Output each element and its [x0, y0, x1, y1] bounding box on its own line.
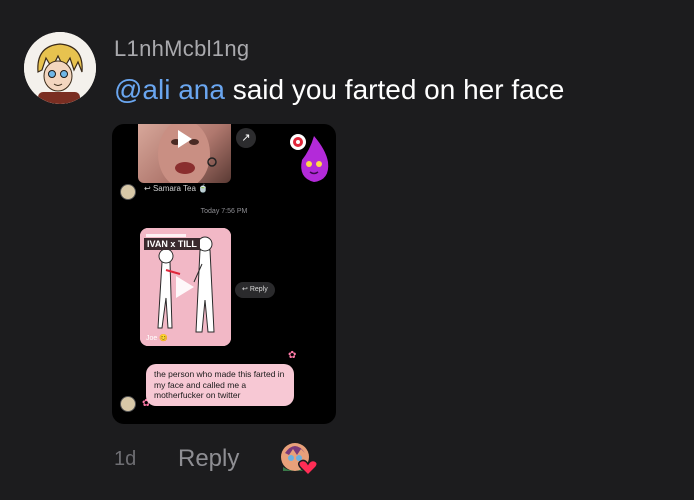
story-video-thumbnail	[138, 124, 231, 183]
play-icon	[178, 130, 192, 148]
play-icon	[176, 276, 194, 298]
reply-chip-label: Reply	[249, 286, 268, 293]
share-arrow-icon[interactable]: ↗	[236, 128, 256, 148]
commenter-username[interactable]: L1nhMcbl1ng	[114, 36, 249, 62]
purple-creature-sticker	[290, 134, 329, 182]
post-title: IVAN x TILL	[144, 238, 200, 250]
heart-icon	[297, 459, 319, 477]
message-timestamp: Today 7:56 PM	[200, 208, 248, 215]
reaction-indicator[interactable]	[279, 441, 319, 477]
reply-chip[interactable]: ↩ Reply	[235, 282, 275, 298]
sender-avatar	[120, 396, 136, 412]
post-sender-label: Joe 😊	[146, 335, 168, 342]
attached-screenshot[interactable]: ↗ ↩ Samara Tea 🍵 Today 7:56 PM IVAN x TI…	[112, 124, 336, 424]
story-sender-label: ↩ Samara Tea 🍵	[144, 184, 209, 193]
comment-timestamp: 1d	[114, 448, 137, 470]
liked-by-author-badge	[281, 443, 319, 477]
mention-link[interactable]: @ali ana	[114, 74, 225, 105]
flower-decoration-icon: ✿	[288, 350, 297, 361]
avatar-drawing	[24, 32, 96, 104]
post-sender-name: Joe	[146, 335, 158, 342]
comment-body: @ali ana said you farted on her face	[114, 74, 564, 106]
story-sender-name: Samara Tea	[152, 184, 196, 193]
reply-arrow-icon: ↩	[242, 286, 248, 293]
reply-button[interactable]: Reply	[178, 445, 239, 473]
message-bubble: the person who made this farted in my fa…	[146, 364, 294, 406]
comment-text: said you farted on her face	[224, 74, 565, 105]
shared-post-card[interactable]: IVAN x TILL Joe 😊	[140, 228, 231, 346]
sender-avatar	[120, 184, 136, 200]
commenter-avatar[interactable]	[24, 32, 96, 104]
